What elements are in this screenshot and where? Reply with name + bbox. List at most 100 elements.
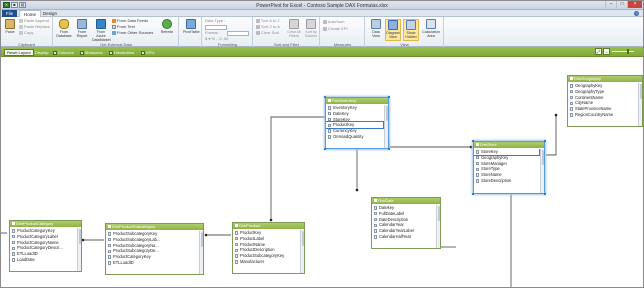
- table-dimdate[interactable]: DimDate Datekey FullDateLabel DateDescript…: [371, 197, 441, 249]
- table-dimgeography[interactable]: DimGeography GeographyKey GeographyType Co…: [567, 75, 643, 127]
- reset-layout-button[interactable]: Reset Layout: [4, 48, 34, 56]
- show-hidden-button[interactable]: Show Hidden: [403, 19, 419, 41]
- field-list: InventoryKey DateKey StoreKey ProductKey Cur…: [326, 105, 388, 148]
- resize-handle[interactable]: [388, 148, 390, 150]
- data-view-button[interactable]: Data View: [368, 19, 384, 38]
- close-button[interactable]: ×: [627, 1, 642, 8]
- from-azure-datamarket-button[interactable]: From Azure DataMarket: [92, 19, 111, 42]
- table-field[interactable]: RegionCountryName: [568, 112, 642, 118]
- field-name: CalendarYearLabel: [379, 228, 414, 234]
- table-factinventory[interactable]: FactInventory InventoryKey DateKey StoreKe…: [324, 96, 390, 150]
- maximize-button[interactable]: □: [616, 1, 627, 8]
- field-name: ProductSubcategoryDe...: [113, 248, 159, 254]
- minimize-button[interactable]: –: [605, 1, 616, 8]
- from-database-button[interactable]: From Database: [56, 19, 72, 38]
- zoom-slider-track[interactable]: [612, 51, 634, 52]
- table-icon: [12, 222, 15, 225]
- resize-handle[interactable]: [472, 140, 474, 142]
- table-dimstore[interactable]: DimStore StoreKey GeographyKey StoreManage…: [472, 140, 546, 195]
- field-name: ProductName: [240, 241, 266, 247]
- column-icon: [374, 235, 377, 239]
- clear-sort-button[interactable]: Clear Sort: [256, 30, 279, 36]
- relationship-line-store-geography[interactable]: [546, 115, 557, 156]
- field-name: ProductSubcategoryLab...: [113, 236, 161, 242]
- table-field[interactable]: LoadDate: [10, 257, 81, 263]
- table-header[interactable]: DimProduct: [233, 223, 304, 229]
- paste-append-icon: [19, 18, 23, 23]
- column-icon: [328, 123, 331, 127]
- help-icon[interactable]: ?: [634, 11, 639, 16]
- clear-filter-icon: [289, 19, 299, 29]
- table-scrollbar[interactable]: [384, 105, 388, 148]
- table-field[interactable]: Manufacturer: [233, 259, 304, 265]
- table-header[interactable]: FactInventory: [326, 98, 388, 104]
- title-bar: X ■ ▤ PowerPivot for Excel - Contoso Sam…: [1, 1, 643, 10]
- copy-button[interactable]: Copy: [19, 30, 33, 36]
- field-list: ProductKey ProductLabel ProductName Product…: [233, 230, 304, 273]
- refresh-button[interactable]: Refresh: [158, 19, 176, 34]
- pivottable-button[interactable]: PivotTable: [183, 19, 200, 34]
- zoom-slider-handle[interactable]: [627, 49, 629, 54]
- field-name: ProductKey: [240, 230, 262, 235]
- column-icon: [12, 252, 15, 256]
- hierarchies-checkbox[interactable]: ✓Hierarchies: [109, 50, 134, 55]
- field-name: GeographyKey: [481, 154, 509, 160]
- columns-checkbox[interactable]: ✓Columns: [53, 50, 74, 55]
- column-icon: [328, 135, 331, 139]
- zoom-out-button[interactable]: –: [603, 48, 610, 55]
- powerpivot-window: X ■ ▤ PowerPivot for Excel - Contoso Sam…: [0, 0, 644, 288]
- table-field[interactable]: CalendarHalfYear: [372, 234, 440, 240]
- resize-handle[interactable]: [544, 140, 546, 142]
- autosum-button[interactable]: AutoSum: [323, 19, 344, 25]
- window-controls: – □ ×: [605, 1, 642, 8]
- tab-home[interactable]: Home: [19, 10, 42, 17]
- kpis-checkbox[interactable]: ✓KPIs: [141, 50, 154, 55]
- table-header[interactable]: DimProductCategory: [10, 221, 81, 227]
- sort-by-column-button[interactable]: Sort by Column: [303, 19, 319, 38]
- diagram-action-bar: Reset Layout Display: ✓Columns ✓Measures…: [1, 47, 643, 57]
- calculation-area-button[interactable]: Calculation Area: [421, 19, 441, 38]
- table-field[interactable]: StoreDescription: [474, 178, 544, 184]
- table-scrollbar[interactable]: [540, 149, 544, 193]
- field-name: ProductCategoryDescri...: [17, 245, 63, 251]
- create-kpi-button[interactable]: Create KPI: [323, 26, 348, 32]
- resize-handle[interactable]: [324, 96, 326, 98]
- paste-button[interactable]: Paste: [2, 19, 18, 34]
- table-header[interactable]: DimGeography: [568, 76, 642, 82]
- column-icon: [108, 261, 111, 265]
- fit-to-screen-button[interactable]: ⤢: [595, 48, 602, 55]
- table-scrollbar[interactable]: [300, 230, 304, 273]
- diagram-canvas[interactable]: FactInventory InventoryKey DateKey StoreKe…: [1, 57, 643, 287]
- from-other-sources-button[interactable]: From Other Sources: [112, 30, 153, 36]
- table-header[interactable]: DimStore: [474, 142, 544, 148]
- refresh-icon: [162, 19, 172, 29]
- format-dropdown[interactable]: [227, 31, 249, 36]
- resize-handle[interactable]: [472, 193, 474, 195]
- relationship-line-inventory-product[interactable]: [270, 116, 327, 220]
- measures-checkbox[interactable]: ✓Measures: [80, 50, 103, 55]
- relationship-line-inventory-store[interactable]: [388, 138, 471, 148]
- tab-design[interactable]: Design: [39, 10, 61, 17]
- table-field[interactable]: ETLLoadID: [106, 260, 203, 266]
- table-dimproductsubcategory[interactable]: DimProductSubcategory ProductSubcategory…: [105, 223, 204, 275]
- from-report-button[interactable]: From Report: [74, 19, 90, 38]
- column-icon: [476, 161, 479, 166]
- table-scrollbar[interactable]: [199, 231, 203, 274]
- table-scrollbar[interactable]: [77, 228, 81, 271]
- table-dimproductcategory[interactable]: DimProductCategory ProductCategoryKey Pro…: [9, 220, 82, 272]
- resize-handle[interactable]: [388, 96, 390, 98]
- tab-file[interactable]: File: [2, 10, 17, 17]
- column-icon: [235, 237, 238, 241]
- table-scrollbar[interactable]: [638, 83, 642, 126]
- table-header[interactable]: DimDate: [372, 198, 440, 204]
- field-name: DateDescription: [379, 216, 409, 222]
- clear-all-filters-button[interactable]: Clear All Filters: [286, 19, 302, 38]
- resize-handle[interactable]: [544, 193, 546, 195]
- zoom-control: ⤢ –: [595, 48, 637, 56]
- table-field[interactable]: OnHandQuantity: [326, 134, 388, 140]
- table-dimproduct[interactable]: DimProduct ProductKey ProductLabel Product…: [232, 222, 305, 274]
- table-header[interactable]: DimProductSubcategory: [106, 224, 203, 230]
- diagram-view-button[interactable]: Diagram View: [385, 19, 401, 41]
- table-scrollbar[interactable]: [436, 205, 440, 248]
- resize-handle[interactable]: [324, 148, 326, 150]
